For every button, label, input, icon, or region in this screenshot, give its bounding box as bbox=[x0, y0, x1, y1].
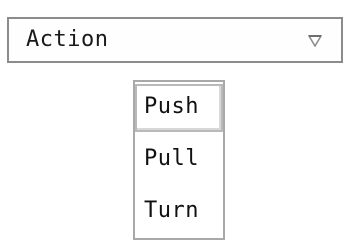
dropdown-menu: Push Pull Turn bbox=[133, 80, 225, 240]
menu-item-turn[interactable]: Turn bbox=[135, 188, 223, 236]
action-combobox[interactable]: Action bbox=[7, 17, 343, 63]
combobox-value: Action bbox=[26, 27, 109, 52]
triangle-down-icon[interactable] bbox=[307, 32, 323, 48]
menu-item-push[interactable]: Push bbox=[135, 84, 223, 132]
menu-item-pull[interactable]: Pull bbox=[135, 136, 223, 184]
